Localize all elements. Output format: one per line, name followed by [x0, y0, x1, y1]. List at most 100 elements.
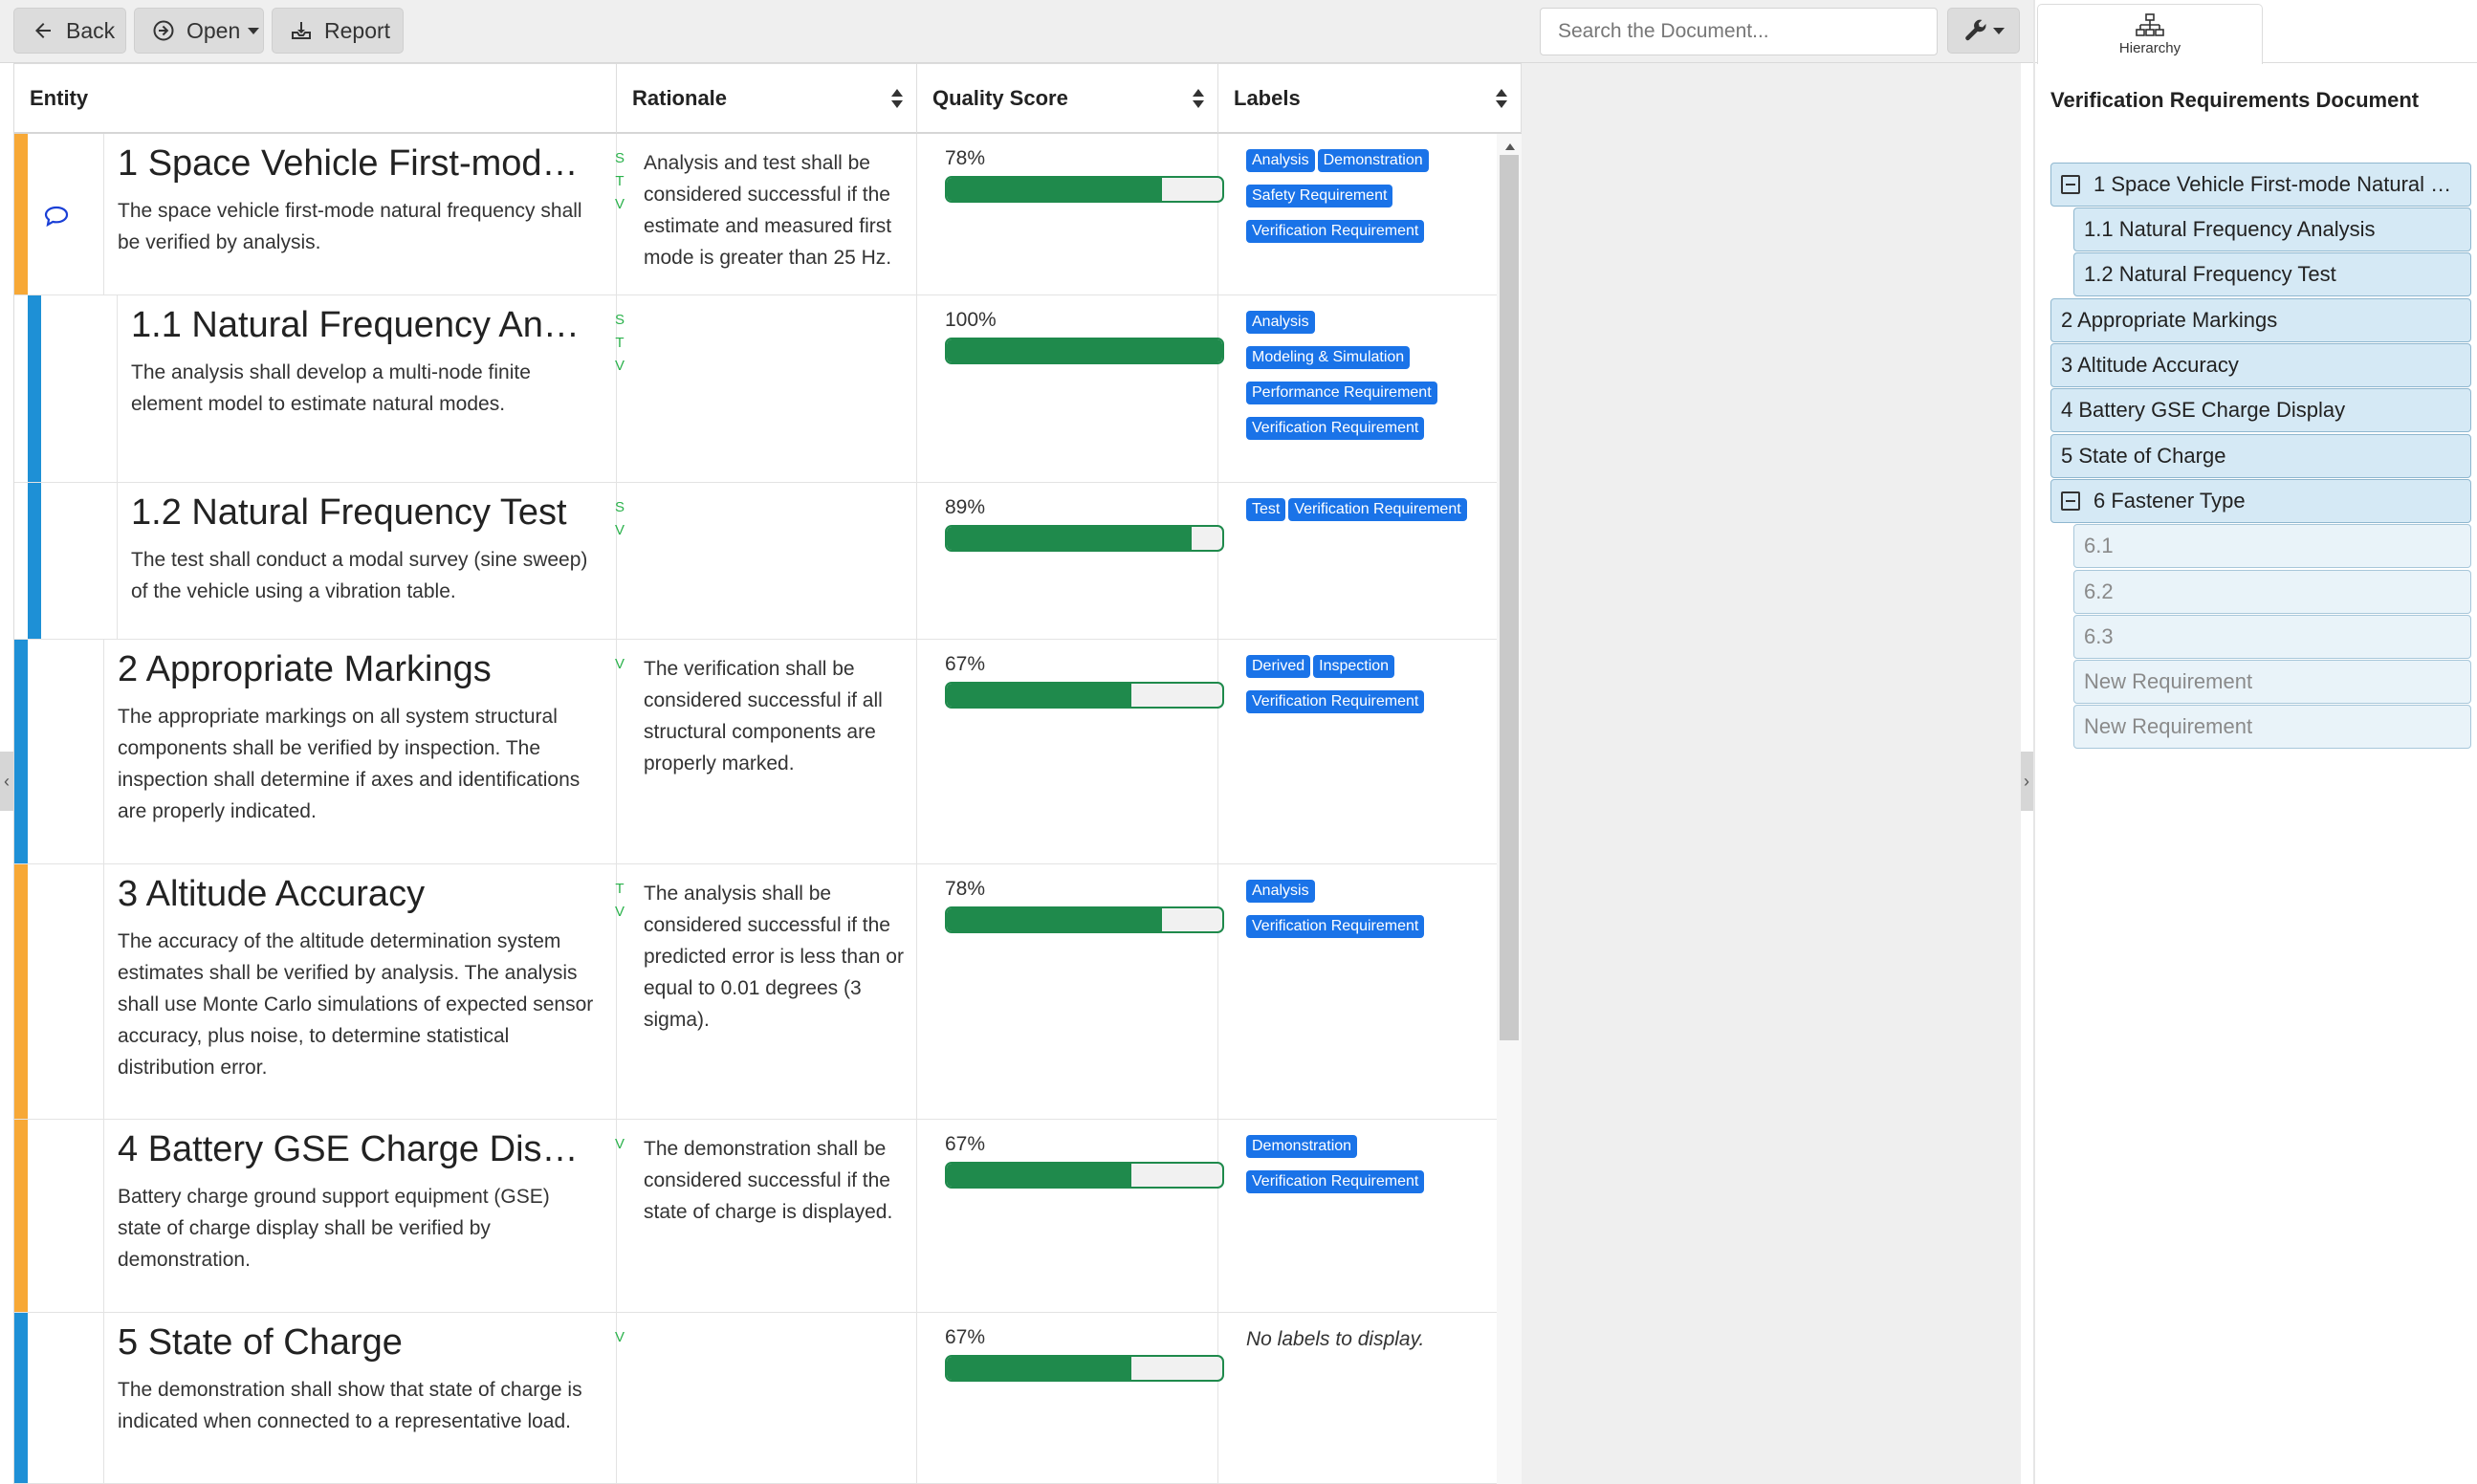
- arrow-left-icon: [35, 23, 51, 38]
- quality-score-value: 78%: [945, 878, 986, 900]
- rationale-cell[interactable]: [617, 1313, 917, 1483]
- table-row[interactable]: 1.1 Natural Frequency Analysis The analys…: [14, 295, 1497, 483]
- tree-node-label: 6.1: [2084, 534, 2114, 557]
- label-tag[interactable]: Analysis: [1246, 149, 1315, 172]
- table-row[interactable]: 1.2 Natural Frequency Test The test shall…: [14, 483, 1497, 640]
- no-labels-text: No labels to display.: [1246, 1328, 1425, 1350]
- collapse-icon[interactable]: [2061, 491, 2080, 511]
- label-tag[interactable]: Performance Requirement: [1246, 382, 1437, 404]
- label-tag[interactable]: Demonstration: [1246, 1135, 1358, 1158]
- tab-hierarchy[interactable]: Hierarchy: [2037, 4, 2263, 64]
- quality-score-fill: [947, 1164, 1131, 1187]
- label-tag[interactable]: Derived: [1246, 655, 1311, 678]
- quality-score-value: 67%: [945, 1133, 986, 1155]
- entity-gutter: [14, 1313, 104, 1483]
- trace-indicators[interactable]: V: [613, 1326, 626, 1349]
- left-collapse-handle[interactable]: ‹: [0, 752, 13, 811]
- tree-node[interactable]: 5 State of Charge: [2050, 434, 2471, 478]
- entity-description: The accuracy of the altitude determinati…: [118, 930, 594, 1079]
- quality-score-value: 67%: [945, 653, 986, 675]
- trace-indicators[interactable]: V: [613, 1133, 626, 1156]
- column-header-rationale[interactable]: Rationale: [617, 64, 917, 133]
- tree-node[interactable]: 6.3: [2073, 615, 2471, 659]
- entity-title[interactable]: 3 Altitude Accuracy: [118, 874, 598, 915]
- entity-title[interactable]: 5 State of Charge: [118, 1322, 598, 1364]
- label-tag[interactable]: Verification Requirement: [1246, 690, 1425, 713]
- search-input[interactable]: [1540, 8, 1938, 55]
- trace-indicators[interactable]: S T V: [613, 147, 626, 216]
- label-tag[interactable]: Modeling & Simulation: [1246, 346, 1411, 369]
- table-row[interactable]: 3 Altitude Accuracy The accuracy of the a…: [14, 864, 1497, 1120]
- hierarchy-panel: Hierarchy Verification Requirements Docu…: [2033, 0, 2477, 1484]
- requirements-table: Entity Rationale Quality Score Labels 1 …: [13, 63, 2021, 1484]
- entity-gutter: [14, 1120, 104, 1312]
- report-button[interactable]: Report: [272, 8, 404, 54]
- rationale-text: The verification shall be considered suc…: [644, 658, 883, 775]
- label-tag[interactable]: Analysis: [1246, 311, 1315, 334]
- table-scrollbar[interactable]: [1497, 134, 1522, 1484]
- entity-title[interactable]: 2 Appropriate Markings: [118, 649, 598, 690]
- label-tag[interactable]: Verification Requirement: [1246, 915, 1425, 938]
- entity-description: The analysis shall develop a multi-node …: [131, 361, 531, 415]
- tree-node[interactable]: 6 Fastener Type: [2050, 479, 2471, 523]
- collapse-icon[interactable]: [2061, 175, 2080, 194]
- quality-score-progress: [945, 525, 1224, 552]
- back-button[interactable]: Back: [13, 8, 126, 54]
- entity-title[interactable]: 1 Space Vehicle First-mode Natural Frequ…: [118, 143, 598, 185]
- label-tag[interactable]: Analysis: [1246, 880, 1315, 903]
- tree-node[interactable]: 6.2: [2073, 570, 2471, 614]
- table-row[interactable]: 2 Appropriate Markings The appropriate ma…: [14, 640, 1497, 864]
- quality-score-fill: [947, 178, 1162, 201]
- tree-node[interactable]: New Requirement: [2073, 705, 2471, 749]
- trace-indicators[interactable]: S T V: [613, 309, 626, 378]
- tree-node-label: 6.2: [2084, 579, 2114, 603]
- column-header-quality-score[interactable]: Quality Score: [917, 64, 1218, 133]
- tree-node[interactable]: 6.1: [2073, 524, 2471, 568]
- table-row[interactable]: 5 State of Charge The demonstration shall…: [14, 1313, 1497, 1484]
- tree-node[interactable]: 2 Appropriate Markings: [2050, 298, 2471, 342]
- open-button[interactable]: Open: [134, 8, 264, 54]
- column-header-labels[interactable]: Labels: [1218, 64, 1522, 133]
- table-row[interactable]: 4 Battery GSE Charge Display Battery char…: [14, 1120, 1497, 1313]
- label-tag[interactable]: Verification Requirement: [1288, 498, 1467, 521]
- quality-score-cell: [917, 864, 1218, 1119]
- document-title: Verification Requirements Document: [2050, 88, 2420, 112]
- tree-node[interactable]: 1.1 Natural Frequency Analysis: [2073, 207, 2471, 251]
- quality-score-progress: [945, 1162, 1224, 1189]
- trace-indicators[interactable]: T V: [613, 878, 626, 924]
- tree-node[interactable]: 1.2 Natural Frequency Test: [2073, 252, 2471, 296]
- label-tag[interactable]: Inspection: [1313, 655, 1395, 678]
- trace-indicators[interactable]: V: [613, 653, 626, 676]
- entity-title[interactable]: 1.2 Natural Frequency Test: [131, 492, 598, 534]
- labels-cell: Analysis Verification Requirement: [1246, 880, 1504, 950]
- quality-score-progress: [945, 176, 1224, 203]
- tree-node-label: 6.3: [2084, 624, 2114, 648]
- tree-node[interactable]: 4 Battery GSE Charge Display: [2050, 388, 2471, 432]
- scroll-up-arrow-icon[interactable]: [1505, 143, 1515, 150]
- label-tag[interactable]: Demonstration: [1317, 149, 1429, 172]
- quality-score-progress: [945, 682, 1224, 709]
- tree-node[interactable]: 1 Space Vehicle First-mode Natural Frequ…: [2050, 163, 2471, 207]
- quality-score-value: 89%: [945, 496, 986, 518]
- tree-node[interactable]: New Requirement: [2073, 660, 2471, 704]
- panel-tabs: Hierarchy: [2035, 0, 2477, 64]
- table-row[interactable]: 1 Space Vehicle First-mode Natural Frequ…: [14, 134, 1497, 295]
- tree-node[interactable]: 3 Altitude Accuracy: [2050, 343, 2471, 387]
- label-tag[interactable]: Test: [1246, 498, 1286, 521]
- rationale-cell[interactable]: [617, 483, 917, 639]
- comment-icon[interactable]: [43, 205, 70, 228]
- tools-menu-button[interactable]: [1947, 8, 2020, 54]
- label-tag[interactable]: Verification Requirement: [1246, 220, 1425, 243]
- rationale-cell[interactable]: [617, 295, 917, 482]
- label-tag[interactable]: Verification Requirement: [1246, 1170, 1425, 1193]
- column-header-entity[interactable]: Entity: [14, 64, 617, 133]
- entity-title[interactable]: 1.1 Natural Frequency Analysis: [131, 305, 598, 346]
- label-tag[interactable]: Verification Requirement: [1246, 417, 1425, 440]
- entity-title[interactable]: 4 Battery GSE Charge Display: [118, 1129, 598, 1170]
- trace-indicators[interactable]: S V: [613, 496, 626, 542]
- label-tag[interactable]: Safety Requirement: [1246, 185, 1393, 207]
- quality-score-progress: [945, 906, 1224, 933]
- right-collapse-handle[interactable]: ›: [2020, 752, 2033, 811]
- toolbar: Back Open Report: [0, 0, 2033, 63]
- scroll-thumb[interactable]: [1500, 155, 1519, 1040]
